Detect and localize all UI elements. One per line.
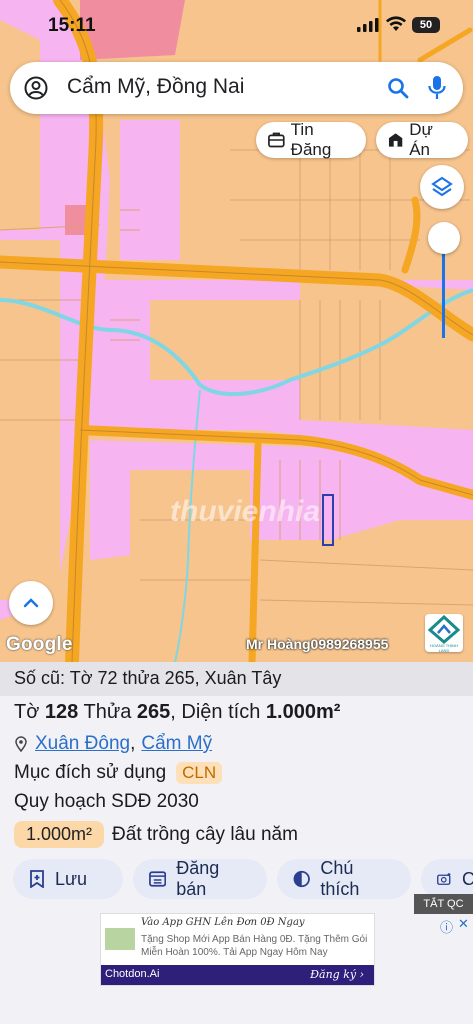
location-separator: , xyxy=(130,733,136,754)
legend-button[interactable]: Chú thích xyxy=(277,858,411,899)
ad-footer[interactable]: Chotdon.Ai Đăng ký › xyxy=(101,965,374,985)
photo-button[interactable]: C xyxy=(421,859,473,899)
area-value: 1.000m² xyxy=(265,701,341,723)
location-row: Xuân Đông, Cẩm Mỹ xyxy=(14,733,212,755)
search-icon[interactable] xyxy=(386,76,410,100)
ad-image xyxy=(105,928,135,950)
battery-indicator: 50 xyxy=(412,17,440,33)
status-time: 15:11 xyxy=(48,15,96,36)
ad-cta-label: Đăng ký xyxy=(310,968,357,981)
google-attribution: Google xyxy=(6,634,73,655)
owner-label: Mr Hoàng0989268955 xyxy=(246,636,389,652)
post-for-sale-button[interactable]: Đăng bán xyxy=(133,858,267,899)
plan-area-badge: 1.000m² xyxy=(14,821,105,848)
plan-use-text: Đất trồng cây lâu năm xyxy=(112,823,298,845)
save-button[interactable]: Lưu xyxy=(13,859,123,899)
cellular-signal-icon xyxy=(357,18,379,32)
ad-info-icon[interactable]: ⓘ xyxy=(440,917,453,936)
parcel-info-sheet: Số cũ: Tờ 72 thửa 265, Xuân Tây Tờ 128 T… xyxy=(0,662,473,1024)
land-use-row: Mục đích sử dụng CLN xyxy=(14,762,223,784)
search-bar[interactable]: Cẩm Mỹ, Đồng Nai xyxy=(10,62,463,114)
expand-panel-button[interactable] xyxy=(9,581,53,625)
projects-chip-label: Dự Án xyxy=(409,120,433,159)
listings-chip[interactable]: Tin Đăng xyxy=(256,120,366,159)
contrast-icon xyxy=(293,870,310,888)
layers-button[interactable] xyxy=(420,165,464,209)
ad-headline: Vào App GHN Lên Đơn 0Đ Ngay xyxy=(141,917,305,928)
area-label: , Diện tích xyxy=(170,701,261,723)
map-view[interactable]: thuvienhia 15:11 50 Cẩm Mỹ, Đồng Nai Tin… xyxy=(0,0,473,662)
photo-button-label: C xyxy=(462,868,473,889)
bookmark-add-icon xyxy=(30,870,44,888)
land-use-code-badge: CLN xyxy=(176,762,223,784)
agency-logo-mark xyxy=(427,614,461,644)
post-for-sale-label: Đăng bán xyxy=(176,858,220,899)
agency-logo-text: HOÀNG THỊNH LAND xyxy=(430,643,458,653)
building-icon xyxy=(388,133,403,147)
opacity-slider-handle[interactable] xyxy=(428,222,460,254)
camera-icon xyxy=(437,873,451,885)
map-watermark: thuvienhia xyxy=(170,495,321,528)
old-reference-text: Số cũ: Tờ 72 thửa 265, Xuân Tây xyxy=(14,668,282,688)
hide-ads-button[interactable]: TẮT QC xyxy=(414,894,473,914)
layers-icon xyxy=(431,176,453,197)
ad-cta[interactable]: Đăng ký › xyxy=(310,968,364,981)
old-reference-row: Số cũ: Tờ 72 thửa 265, Xuân Tây xyxy=(0,662,473,696)
ad-close-icon[interactable]: ✕ xyxy=(458,916,469,932)
agency-logo: HOÀNG THỊNH LAND xyxy=(425,614,463,653)
projects-chip[interactable]: Dự Án xyxy=(376,120,468,159)
chevron-up-icon xyxy=(23,598,39,608)
status-bar: 15:11 50 xyxy=(0,0,473,54)
ad-text: Tặng Shop Mới App Bán Hàng 0Đ. Tặng Thêm… xyxy=(141,934,368,958)
save-button-label: Lưu xyxy=(55,868,88,889)
plan-label: Quy hoạch SDĐ 2030 xyxy=(14,791,199,812)
ad-banner[interactable]: Vào App GHN Lên Đơn 0Đ Ngay Tặng Shop Mớ… xyxy=(100,913,375,986)
district-link[interactable]: Cẩm Mỹ xyxy=(141,733,212,755)
account-icon[interactable] xyxy=(24,76,48,100)
location-pin-icon xyxy=(15,736,27,752)
legend-button-label: Chú thích xyxy=(320,858,360,899)
list-icon xyxy=(149,871,167,887)
plot-number: 265 xyxy=(136,701,171,723)
plan-area-row: 1.000m² Đất trồng cây lâu năm xyxy=(14,821,298,848)
sheet-label: Tờ xyxy=(14,701,40,723)
ad-brand: Chotdon.Ai xyxy=(105,968,160,980)
wifi-icon xyxy=(386,16,406,31)
search-query[interactable]: Cẩm Mỹ, Đồng Nai xyxy=(67,75,244,99)
listings-icon xyxy=(268,132,285,148)
sheet-number: 128 xyxy=(44,701,79,723)
plot-label: Thửa xyxy=(83,701,132,723)
ward-link[interactable]: Xuân Đông xyxy=(35,733,130,755)
parcel-title: Tờ 128 Thửa 265, Diện tích 1.000m² xyxy=(14,701,340,724)
land-use-label: Mục đích sử dụng xyxy=(14,762,167,783)
microphone-icon[interactable] xyxy=(427,75,447,101)
listings-chip-label: Tin Đăng xyxy=(290,120,332,159)
